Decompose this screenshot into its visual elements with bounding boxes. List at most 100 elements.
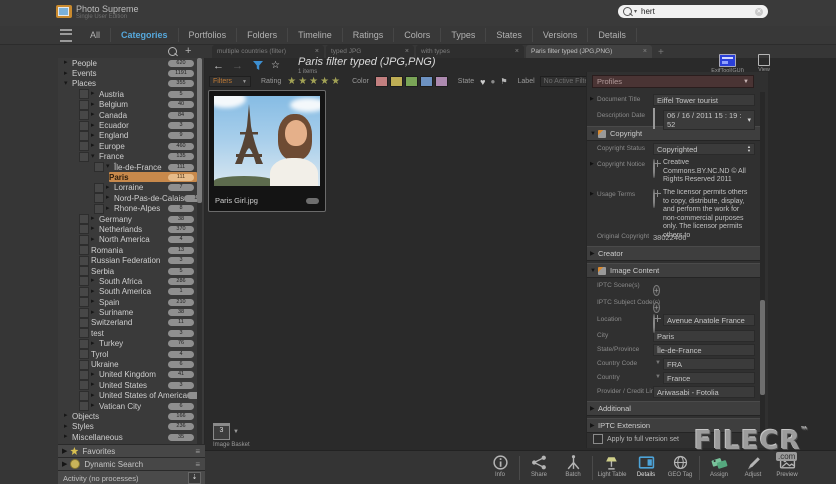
panel-menu-icon[interactable]: ≡	[195, 460, 200, 469]
filter-funnel-icon[interactable]	[253, 61, 263, 71]
tree-item-ecuador[interactable]: ▸Ecuador3	[58, 120, 197, 130]
expand-arrow-icon[interactable]: ▸	[91, 236, 99, 244]
tree-item-canada[interactable]: ▸Canada84	[58, 110, 197, 120]
apply-version-set-checkbox[interactable]: Apply to full version set	[593, 434, 679, 444]
tree-item-united-kingdom[interactable]: ▸United Kingdom41	[58, 370, 197, 380]
expand-arrow-icon[interactable]: ▸	[91, 90, 99, 98]
tree-item-nord-pas-de-calais[interactable]: ▸Nord-Pas-de-Calais13	[58, 193, 197, 203]
tree-item-south-america[interactable]: ▸South America1	[58, 287, 197, 297]
favorite-star-icon[interactable]: ☆	[271, 60, 280, 71]
field-value[interactable]: Copyrighted▲▼	[653, 143, 755, 155]
tree-item-le-de-france[interactable]: ▾Île-de-France111	[58, 162, 197, 172]
search-input[interactable]: hert	[641, 7, 755, 16]
expand-arrow-icon[interactable]: ▶	[590, 250, 598, 257]
menu-item-states[interactable]: States	[486, 28, 533, 42]
menu-item-details[interactable]: Details	[588, 28, 637, 42]
image-basket[interactable]: 3 ▼ Image Basket	[213, 423, 250, 448]
expand-arrow-icon[interactable]: ▶	[590, 422, 598, 429]
menu-item-types[interactable]: Types	[441, 28, 486, 42]
field-value[interactable]: Paris	[653, 330, 755, 342]
expand-arrow-icon[interactable]: ▸	[64, 412, 72, 420]
menu-item-folders[interactable]: Folders	[237, 28, 288, 42]
expand-arrow-icon[interactable]: ▸	[91, 340, 99, 348]
field-value[interactable]: Eiffel Tower tourist	[653, 94, 755, 106]
new-tab-button[interactable]: +	[658, 47, 664, 58]
field-value[interactable]: Île-de-France	[653, 344, 755, 356]
field-value[interactable]: France	[663, 372, 755, 384]
toolbar-button-geo-tag[interactable]: GEO Tag	[663, 453, 697, 480]
color-swatch-4[interactable]	[420, 76, 433, 87]
expand-arrow-icon[interactable]: ▸	[91, 371, 99, 379]
toolbar-button-batch[interactable]: Batch	[556, 453, 590, 480]
expand-arrow-icon[interactable]: ▸	[91, 132, 99, 140]
tree-item-serbia[interactable]: Serbia5	[58, 266, 197, 276]
tree-item-germany[interactable]: ▸Germany38	[58, 214, 197, 224]
collapse-arrow-icon[interactable]: ▾	[91, 153, 99, 161]
color-swatch-3[interactable]	[405, 76, 418, 87]
search-scope-chevron-icon[interactable]: ▾	[634, 8, 637, 15]
tree-item-vatican-city[interactable]: ▸Vatican City6	[58, 401, 197, 411]
expand-arrow-icon[interactable]: ▸	[91, 101, 99, 109]
collapse-arrow-icon[interactable]: ▾	[64, 80, 72, 88]
menu-item-portfolios[interactable]: Portfolios	[179, 28, 238, 42]
tree-item-spain[interactable]: ▸Spain210	[58, 297, 197, 307]
expand-arrow-icon[interactable]: ▸	[91, 402, 99, 410]
tree-item-test[interactable]: test3	[58, 328, 197, 338]
menu-item-versions[interactable]: Versions	[533, 28, 589, 42]
expand-arrow-icon[interactable]: ▸	[91, 142, 99, 150]
profiles-dropdown[interactable]: Profiles▼	[592, 75, 754, 88]
tab-close-icon[interactable]: ×	[311, 48, 319, 55]
clear-search-icon[interactable]: ✕	[755, 8, 763, 16]
menu-item-colors[interactable]: Colors	[394, 28, 441, 42]
tree-item-belgium[interactable]: ▸Belgium40	[58, 100, 197, 110]
menu-item-all[interactable]: All	[80, 28, 111, 42]
field-dropdown-icon[interactable]: ▼	[653, 372, 663, 380]
heart-state-icon[interactable]: ♥	[480, 77, 485, 87]
expand-arrow-icon[interactable]: ▸	[64, 423, 72, 431]
thumbnail-card[interactable]: Paris Girl.jpg	[208, 90, 326, 212]
tab-close-icon[interactable]: ×	[639, 48, 647, 55]
add-circle-icon[interactable]: +	[653, 302, 660, 313]
tree-item-united-states-of-america[interactable]: ▸United States of America96	[58, 391, 197, 401]
expand-arrow-icon[interactable]: ▸	[91, 111, 99, 119]
image-basket-icon[interactable]: 3	[213, 423, 230, 440]
tree-item-romania[interactable]: Romania13	[58, 245, 197, 255]
tree-item-ukraine[interactable]: Ukraine6	[58, 359, 197, 369]
tree-item-england[interactable]: ▸England9	[58, 131, 197, 141]
expand-arrow-icon[interactable]: ▸	[91, 298, 99, 306]
expand-arrow-icon[interactable]: ▸	[91, 288, 99, 296]
tab-close-icon[interactable]: ×	[511, 48, 519, 55]
tree-item-miscellaneous[interactable]: ▸Miscellaneous35	[58, 432, 197, 442]
tree-item-russian-federation[interactable]: Russian Federation3	[58, 255, 197, 265]
expand-arrow-icon[interactable]: ▸	[91, 225, 99, 233]
view-button[interactable]: View	[758, 54, 770, 74]
expand-arrow-icon[interactable]: ▸	[91, 381, 99, 389]
checkbox-icon[interactable]	[593, 434, 603, 444]
tree-item-places[interactable]: ▾Places355	[58, 79, 197, 89]
tree-item-rhone-alpes[interactable]: ▸Rhone-Alpes8	[58, 203, 197, 213]
field-value[interactable]: 06 / 16 / 2011 15 : 19 : 52▾	[663, 110, 755, 130]
flag-state-icon[interactable]: ⚑	[500, 77, 507, 86]
toolbar-button-assign[interactable]: Assign	[702, 453, 736, 480]
tree-item-south-africa[interactable]: ▸South Africa286	[58, 276, 197, 286]
toolbar-button-info[interactable]: Info	[483, 453, 517, 480]
expand-arrow-icon[interactable]: ▸	[91, 122, 99, 130]
forward-arrow-icon[interactable]: →	[232, 60, 243, 72]
category-search-icon[interactable]	[168, 47, 177, 56]
tree-item-austria[interactable]: ▸Austria5	[58, 89, 197, 99]
section-image-content[interactable]: ▼Image Content	[587, 263, 761, 278]
tree-item-turkey[interactable]: ▸Turkey76	[58, 339, 197, 349]
tree-item-lorraine[interactable]: ▸Lorraine7	[58, 183, 197, 193]
expand-arrow-icon[interactable]: ▸	[64, 433, 72, 441]
tree-item-europe[interactable]: ▸Europe460	[58, 141, 197, 151]
spinner-icon[interactable]: ▲▼	[747, 145, 751, 153]
expand-arrow-icon[interactable]: ▸	[91, 215, 99, 223]
back-arrow-icon[interactable]: ←	[213, 60, 224, 72]
exiftool-button[interactable]: ExifTool(GUI)	[711, 54, 744, 74]
toolbar-button-details[interactable]: Details	[629, 453, 663, 480]
expand-arrow-icon[interactable]: ▸	[91, 392, 99, 400]
color-swatch-1[interactable]	[375, 76, 388, 87]
tree-item-objects[interactable]: ▸Objects166	[58, 411, 197, 421]
filters-combo[interactable]: Filters▼	[209, 76, 251, 87]
add-category-icon[interactable]: +	[185, 46, 191, 57]
